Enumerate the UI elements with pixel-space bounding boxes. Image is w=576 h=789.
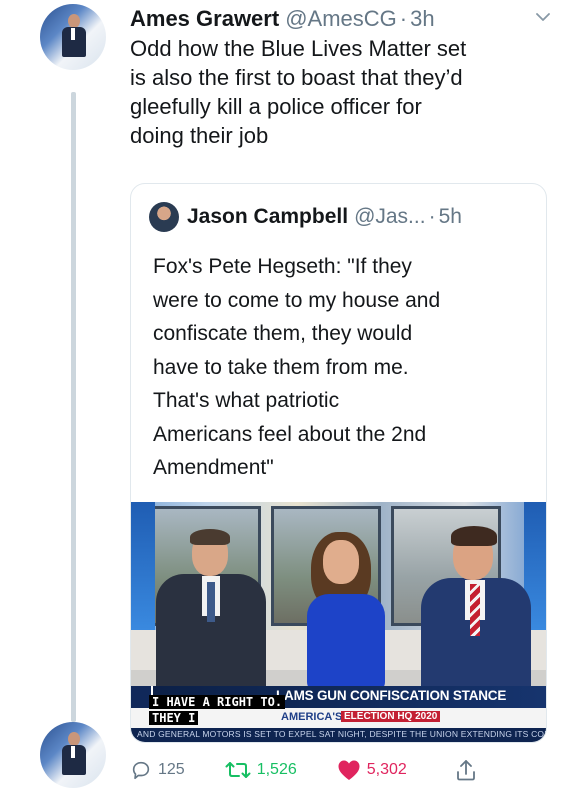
retweet-button[interactable]: 1,526 — [225, 759, 297, 781]
quoted-tweet[interactable]: Jason Campbell @Jas... · 5h Fox's Pete H… — [130, 183, 547, 743]
author-handle[interactable]: @AmesCG — [285, 6, 397, 32]
tweet-actions: 125 1,526 5,302 — [130, 752, 523, 788]
author-avatar[interactable] — [40, 4, 106, 70]
host-left — [156, 529, 266, 692]
thread-line — [71, 92, 76, 722]
reply-icon — [132, 761, 150, 780]
caption-line-1: I HAVE A RIGHT TO. — [149, 695, 286, 709]
video-thumbnail[interactable]: LAMS GUN CONFISCATION STANCE AMERICA'S E… — [131, 502, 546, 742]
retweet-icon — [225, 762, 251, 778]
author-name[interactable]: Ames Grawert — [130, 6, 279, 32]
share-icon — [456, 760, 475, 781]
reply-author-avatar[interactable] — [40, 722, 106, 788]
quoted-tweet-header: Jason Campbell @Jas... · 5h — [149, 202, 462, 232]
tweet-text: Odd how the Blue Lives Matter set is als… — [130, 36, 467, 148]
quoted-author-name: Jason Campbell — [187, 205, 349, 228]
tweet-time[interactable]: 3h — [410, 6, 434, 32]
quoted-author-avatar — [149, 202, 179, 232]
caption-line-2: THEY I — [149, 711, 199, 725]
share-button[interactable] — [455, 758, 483, 782]
quoted-tweet-time: 5h — [438, 205, 462, 228]
like-count: 5,302 — [366, 761, 407, 778]
host-center — [301, 532, 391, 692]
show-name: AMERICA'S — [281, 711, 343, 723]
separator-dot: · — [399, 6, 408, 31]
quoted-separator-dot: · — [428, 205, 436, 228]
host-right — [421, 526, 531, 696]
closed-captions: I HAVE A RIGHT TO. THEY I — [149, 694, 286, 726]
quoted-author-handle: @Jas... — [354, 205, 426, 228]
like-icon — [338, 760, 360, 780]
news-ticker: AND GENERAL MOTORS IS SET TO EXPEL SAT N… — [137, 729, 546, 739]
like-button[interactable]: 5,302 — [337, 759, 407, 781]
quoted-tweet-text: Fox's Pete Hegseth: "If they were to com… — [153, 255, 441, 479]
election-badge: ELECTION HQ 2020 — [341, 711, 441, 722]
tweet-header: Ames Grawert @AmesCG · 3h — [130, 4, 552, 34]
caret-down-icon[interactable] — [536, 10, 550, 24]
reply-button[interactable]: 125 — [130, 759, 185, 781]
reply-count: 125 — [158, 761, 185, 778]
news-headline: LAMS GUN CONFISCATION STANCE — [276, 688, 507, 703]
retweet-count: 1,526 — [256, 761, 297, 778]
